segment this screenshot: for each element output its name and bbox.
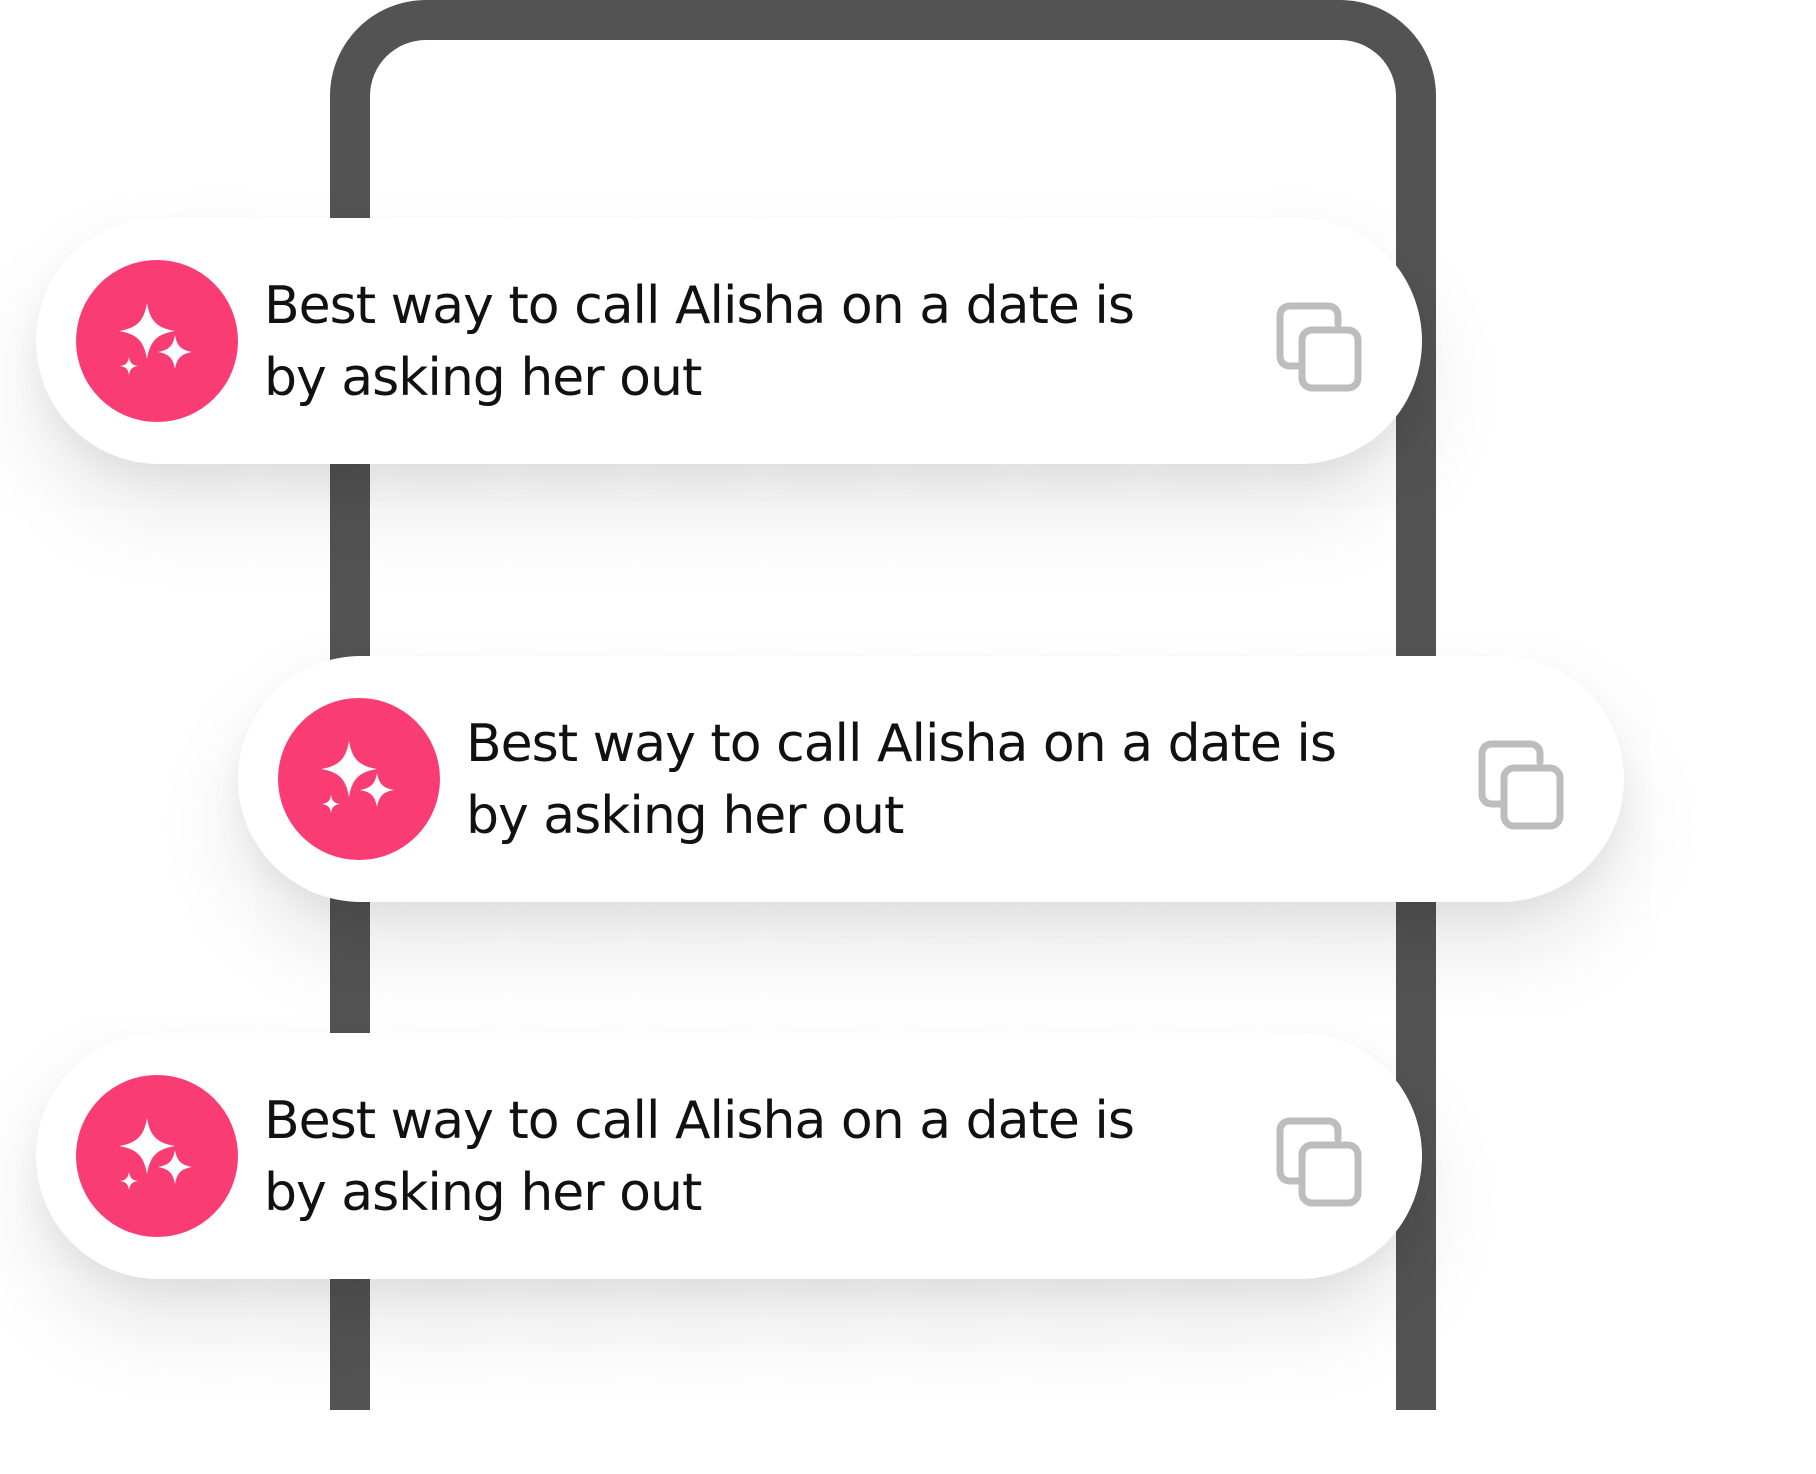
ai-message-bubble: Best way to call Alisha on a date is by … — [238, 656, 1624, 902]
copy-icon — [1276, 302, 1362, 392]
sparkles-icon — [119, 303, 192, 375]
ai-avatar — [76, 1075, 238, 1237]
copy-icon — [1478, 740, 1564, 830]
sparkles-icon — [119, 1118, 192, 1190]
message-text: Best way to call Alisha on a date is by … — [264, 276, 1135, 408]
copy-button[interactable] — [1268, 1113, 1368, 1213]
ai-avatar — [278, 698, 440, 860]
ai-message-bubble: Best way to call Alisha on a date is by … — [36, 218, 1422, 464]
message-text: Best way to call Alisha on a date is by … — [264, 1091, 1135, 1223]
copy-button[interactable] — [1470, 736, 1570, 836]
message-text: Best way to call Alisha on a date is by … — [466, 714, 1337, 846]
copy-button[interactable] — [1268, 298, 1368, 398]
sparkles-icon — [321, 741, 394, 813]
ai-avatar — [76, 260, 238, 422]
ai-message-bubble: Best way to call Alisha on a date is by … — [36, 1033, 1422, 1279]
copy-icon — [1276, 1117, 1362, 1207]
